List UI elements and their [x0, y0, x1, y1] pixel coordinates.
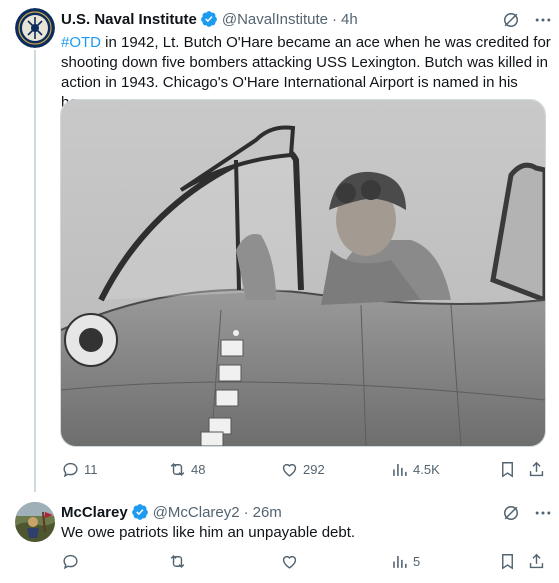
views-button[interactable]: 5	[390, 552, 420, 571]
avatar-naval-institute[interactable]	[15, 8, 55, 48]
tweet-text: We owe patriots like him an unpayable de…	[61, 524, 356, 541]
bookmark-icon	[502, 462, 513, 478]
tweet-timestamp[interactable]: 4h	[341, 11, 358, 28]
more-options-icon[interactable]	[533, 10, 553, 30]
views-icon	[393, 555, 407, 568]
views-count: 4.5K	[413, 462, 440, 477]
reply-button[interactable]: 11	[61, 460, 98, 479]
tweet-header: McClarey @McClarey2 · 26m	[61, 503, 282, 521]
verified-badge-icon[interactable]	[200, 10, 218, 28]
avatar-mcclarey[interactable]	[15, 502, 55, 542]
reply-icon	[63, 554, 78, 570]
author-name[interactable]: McClarey	[61, 504, 128, 521]
like-icon	[282, 555, 297, 569]
reply-icon	[63, 462, 78, 478]
like-button[interactable]	[280, 552, 303, 571]
repost-button[interactable]	[168, 552, 191, 571]
hashtag-link[interactable]: #OTD	[61, 34, 101, 51]
repost-button[interactable]: 48	[168, 460, 205, 479]
bookmark-icon	[502, 554, 513, 570]
grok-icon[interactable]	[501, 10, 521, 30]
bookmark-button[interactable]	[498, 460, 517, 479]
views-button[interactable]: 4.5K	[390, 460, 440, 479]
tweet-timestamp[interactable]: 26m	[253, 504, 282, 521]
tweet-mcclarey[interactable]: McClarey @McClarey2 · 26m We owe patriot…	[0, 490, 559, 583]
like-button[interactable]: 292	[280, 460, 325, 479]
like-count: 292	[303, 462, 325, 477]
author-handle[interactable]: @McClarey2	[153, 504, 240, 521]
separator-dot: ·	[243, 503, 249, 521]
share-icon	[529, 553, 544, 569]
share-button[interactable]	[527, 552, 546, 571]
author-handle[interactable]: @NavalInstitute	[222, 11, 328, 28]
tweet-naval-institute[interactable]: U.S. Naval Institute @NavalInstitute · 4…	[0, 0, 559, 490]
repost-icon	[170, 554, 185, 569]
share-icon	[529, 461, 544, 477]
tweet-photo[interactable]	[60, 99, 546, 447]
tweet-header: U.S. Naval Institute @NavalInstitute · 4…	[61, 10, 358, 28]
verified-badge-icon[interactable]	[131, 503, 149, 521]
repost-icon	[170, 462, 185, 477]
separator-dot: ·	[331, 10, 337, 28]
reply-button[interactable]	[61, 552, 84, 571]
author-name[interactable]: U.S. Naval Institute	[61, 11, 197, 28]
repost-count: 48	[191, 462, 206, 477]
bookmark-button[interactable]	[498, 552, 517, 571]
more-options-icon[interactable]	[533, 503, 553, 523]
reply-count: 11	[84, 462, 98, 477]
views-count: 5	[413, 554, 421, 569]
share-button[interactable]	[527, 460, 546, 479]
like-icon	[282, 463, 297, 477]
tweet-action-bar: 11 48 292 4.5K	[0, 460, 559, 480]
grok-icon[interactable]	[501, 503, 521, 523]
views-icon	[393, 463, 407, 476]
tweet-action-bar: 5	[0, 552, 559, 572]
